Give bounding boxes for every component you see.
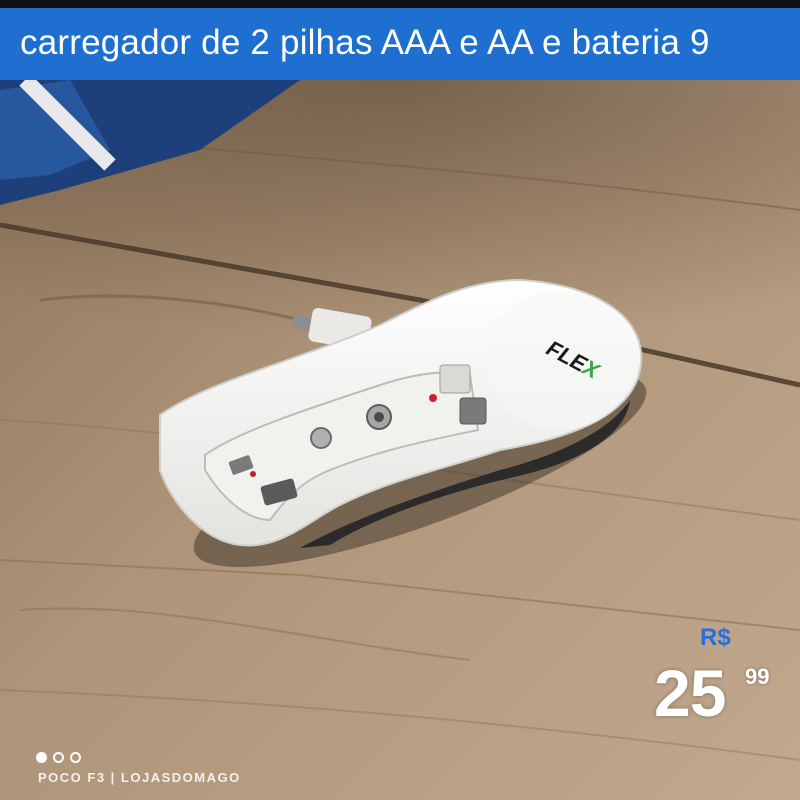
carousel-dot-1[interactable] <box>36 752 47 763</box>
price-cents: 99 <box>745 664 770 689</box>
title-banner: carregador de 2 pilhas AAA e AA e bateri… <box>0 0 800 80</box>
carousel-dots[interactable] <box>36 752 81 766</box>
camera-watermark: POCO F3 | LOJASDOMAGO <box>38 770 241 785</box>
carousel-dot-3[interactable] <box>70 752 81 763</box>
carousel-dot-2[interactable] <box>53 752 64 763</box>
price-integer: 25 <box>654 656 726 730</box>
price-currency: R$ <box>700 624 731 651</box>
listing-image: FLE X carregador de 2 pilhas AAA e AA e … <box>0 0 800 800</box>
listing-title: carregador de 2 pilhas AAA e AA e bateri… <box>20 23 710 62</box>
